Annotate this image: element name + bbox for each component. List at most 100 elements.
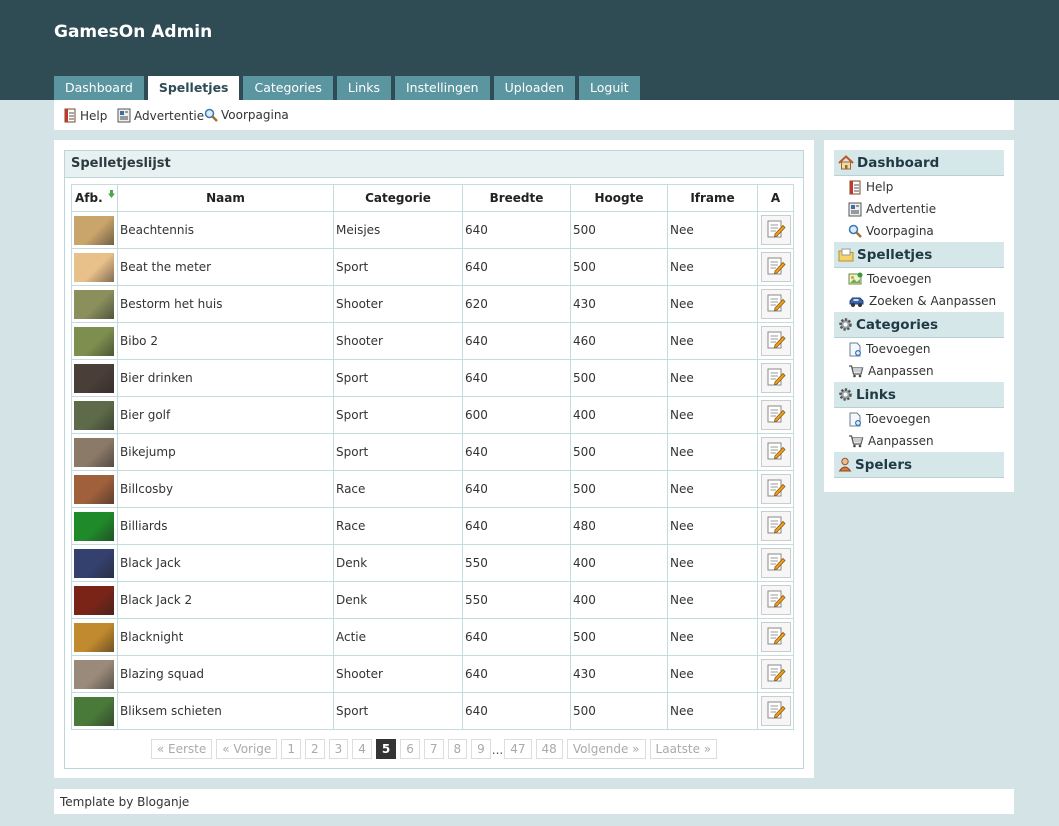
cell-height: 500	[570, 618, 668, 656]
sidebar-item-label: Aanpassen	[868, 434, 934, 448]
game-thumbnail[interactable]	[74, 363, 114, 393]
sidebar-item-dashboard-voorpagina[interactable]: Voorpagina	[848, 220, 1014, 242]
pager-page-47[interactable]: 47	[504, 739, 532, 759]
game-thumbnail[interactable]	[74, 252, 114, 282]
footer-prefix: Template by	[60, 795, 138, 809]
nav-tab-uploaden[interactable]: Uploaden	[493, 76, 576, 100]
game-thumbnail[interactable]	[74, 511, 114, 541]
game-thumbnail[interactable]	[74, 215, 114, 245]
newspaper-icon	[848, 202, 866, 217]
table-row: Beachtennis Meisjes 640 500 Nee	[71, 211, 794, 249]
pager-page-4[interactable]: 4	[352, 739, 372, 759]
pager-page-7[interactable]: 7	[423, 739, 444, 759]
pager-page-9[interactable]: 9	[471, 739, 491, 759]
nav-tab-loguit[interactable]: Loguit	[579, 76, 640, 100]
edit-button[interactable]	[760, 659, 791, 689]
nav-tab-dashboard[interactable]: Dashboard	[54, 76, 144, 100]
game-thumbnail[interactable]	[74, 474, 114, 504]
footer-author-link[interactable]: Bloganje	[137, 795, 189, 809]
edit-button[interactable]	[760, 437, 791, 467]
cell-width: 550	[462, 581, 571, 619]
game-thumbnail[interactable]	[74, 289, 114, 319]
cell-actions	[757, 248, 794, 286]
pager-page-5[interactable]: 5	[375, 739, 397, 759]
sidebar-item-links-toevoegen[interactable]: Toevoegen	[848, 408, 1014, 430]
edit-button[interactable]	[760, 622, 791, 652]
cell-actions	[757, 211, 794, 249]
games-table-body: Beachtennis Meisjes 640 500 Nee Beat the mete…	[71, 211, 794, 730]
sidebar-section-dashboard[interactable]: Dashboard	[834, 150, 1004, 176]
game-thumbnail[interactable]	[74, 326, 114, 356]
nav-tab-spelletjes[interactable]: Spelletjes	[147, 76, 240, 101]
edit-button[interactable]	[760, 585, 791, 615]
toolbar-link-voorpagina[interactable]: Voorpagina	[204, 108, 289, 122]
sidebar-item-dashboard-help[interactable]: Help	[848, 176, 1014, 198]
edit-button[interactable]	[760, 289, 791, 319]
sidebar-section-categories[interactable]: Categories	[834, 312, 1004, 338]
sidebar-item-dashboard-advertentie[interactable]: Advertentie	[848, 198, 1014, 220]
sidebar-section-spelers[interactable]: Spelers	[834, 452, 1004, 478]
cell-category: Race	[333, 470, 463, 508]
nav-tab-categories[interactable]: Categories	[243, 76, 333, 100]
game-thumbnail[interactable]	[74, 548, 114, 578]
game-thumbnail[interactable]	[74, 696, 114, 726]
edit-button[interactable]	[760, 363, 791, 393]
nav-tab-instellingen[interactable]: Instellingen	[395, 76, 490, 100]
pager-page-1[interactable]: 1	[281, 739, 301, 759]
edit-button[interactable]	[760, 511, 791, 541]
nav-tab-links[interactable]: Links	[336, 76, 391, 100]
game-thumbnail[interactable]	[74, 400, 114, 430]
pager-page-8[interactable]: 8	[447, 739, 468, 759]
sidebar-item-categories-aanpassen[interactable]: Aanpassen	[848, 360, 1014, 382]
column-header-afb[interactable]: Afb.	[71, 184, 118, 212]
pager-page-2[interactable]: 2	[304, 739, 325, 759]
cell-iframe: Nee	[667, 396, 758, 434]
edit-button[interactable]	[760, 215, 791, 245]
pager-first-button[interactable]: « Eerste	[150, 739, 213, 759]
edit-icon	[766, 253, 786, 276]
sidebar-item-spelletjes-zoeken-and-aanpassen[interactable]: Zoeken & Aanpassen	[848, 290, 1014, 312]
edit-button[interactable]	[760, 474, 791, 504]
table-row: Bier golf Sport 600 400 Nee	[71, 396, 794, 434]
game-thumbnail[interactable]	[74, 659, 114, 689]
toolbar-link-help[interactable]: Help	[63, 108, 107, 123]
sidebar-item-label: Aanpassen	[868, 364, 934, 378]
pager-last-button[interactable]: Laatste »	[649, 739, 718, 759]
column-header-breedte[interactable]: Breedte	[462, 184, 571, 212]
sidebar-section-title: Links	[856, 386, 896, 403]
toolbar-link-advertentie[interactable]: Advertentie	[117, 108, 204, 123]
edit-button[interactable]	[760, 548, 791, 578]
pagination: « Eerste « Vorige 1 2 3 4 5 6 7 8 9... 47 48 Volgende…	[65, 739, 803, 759]
cell-name: Black Jack	[117, 544, 334, 582]
pager-page-48[interactable]: 48	[535, 739, 563, 759]
pager-page-6[interactable]: 6	[400, 739, 420, 759]
pager-prev-button[interactable]: « Vorige	[216, 739, 278, 759]
column-header-naam[interactable]: Naam	[117, 184, 334, 212]
sidebar-item-label: Toevoegen	[866, 342, 931, 356]
cell-thumbnail	[71, 396, 118, 434]
pager-next-button[interactable]: Volgende »	[566, 739, 646, 759]
sidebar-section-links[interactable]: Links	[834, 382, 1004, 408]
sidebar-section-spelletjes[interactable]: Spelletjes	[834, 242, 1004, 268]
cell-iframe: Nee	[667, 359, 758, 397]
app-title: GamesOn Admin	[54, 22, 213, 42]
sidebar-item-categories-toevoegen[interactable]: Toevoegen	[848, 338, 1014, 360]
edit-button[interactable]	[760, 400, 791, 430]
sidebar-item-spelletjes-toevoegen[interactable]: Toevoegen	[848, 268, 1014, 290]
edit-button[interactable]	[760, 252, 791, 282]
cell-width: 640	[462, 433, 571, 471]
sidebar-item-links-aanpassen[interactable]: Aanpassen	[848, 430, 1014, 452]
column-header-categorie[interactable]: Categorie	[333, 184, 463, 212]
pager-page-3[interactable]: 3	[328, 739, 349, 759]
game-thumbnail[interactable]	[74, 437, 114, 467]
edit-button[interactable]	[760, 326, 791, 356]
column-header-iframe[interactable]: Iframe	[667, 184, 758, 212]
edit-button[interactable]	[760, 696, 791, 726]
cell-height: 500	[570, 433, 668, 471]
game-thumbnail[interactable]	[74, 622, 114, 652]
cell-iframe: Nee	[667, 211, 758, 249]
cell-width: 640	[462, 359, 571, 397]
column-header-hoogte[interactable]: Hoogte	[570, 184, 668, 212]
game-thumbnail[interactable]	[74, 585, 114, 615]
cell-category: Denk	[333, 544, 463, 582]
